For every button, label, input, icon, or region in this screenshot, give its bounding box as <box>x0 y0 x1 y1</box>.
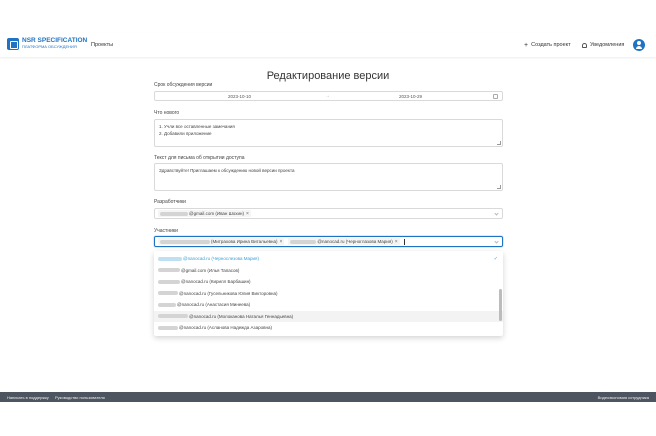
whats-new-line-2: 2. Добавили приложение <box>159 131 212 136</box>
logo-icon <box>7 38 19 50</box>
participant-tag-name: (Митрахова Ирина Витальевна) <box>211 239 278 244</box>
redacted-text <box>160 211 188 216</box>
date-end[interactable]: 2023-10-29 <box>399 94 422 99</box>
create-project-button[interactable]: + Создать проект <box>524 41 571 49</box>
invite-text-label: Текст для письма об открытии доступа <box>154 155 245 161</box>
redacted-text <box>158 279 180 284</box>
logo-subtitle: ПЛАТФОРМА ОБСУЖДЕНИЯ <box>22 44 77 49</box>
participants-select[interactable]: (Митрахова Ирина Витальевна) × @nanocad.… <box>154 236 503 247</box>
redacted-text <box>158 314 188 319</box>
invite-text-value: Здравствуйте! Приглашаем к обсуждению но… <box>159 168 295 173</box>
dropdown-option[interactable]: @nanocad.ru (Анастасия Минеева) <box>154 299 503 311</box>
checkmark-icon: ✓ <box>493 255 498 262</box>
redacted-text <box>160 239 210 244</box>
plus-icon: + <box>524 41 529 49</box>
participant-tag-email: @nanocad.ru <box>317 239 345 244</box>
whats-new-textarea[interactable]: 1. Учли все оставленные замечания 2. Доб… <box>154 119 503 147</box>
date-start[interactable]: 2023-10-10 <box>228 94 251 99</box>
resize-handle-icon[interactable] <box>497 141 501 145</box>
participant-tag-name: (Черноглазова Мария) <box>345 239 393 244</box>
app-logo[interactable]: NSR SPECIFICATION ПЛАТФОРМА ОБСУЖДЕНИЯ <box>7 37 87 50</box>
resize-handle-icon[interactable] <box>497 185 501 189</box>
developers-label: Разработчики <box>154 199 186 205</box>
redacted-text <box>158 325 178 330</box>
support-link[interactable]: Написать в поддержку <box>7 395 49 400</box>
developer-tag-name: (Иван Шохин) <box>215 211 244 216</box>
invite-text-textarea[interactable]: Здравствуйте! Приглашаем к обсуждению но… <box>154 163 503 191</box>
developers-select[interactable]: @gmail.com (Иван Шохин) × <box>154 208 503 219</box>
redacted-text <box>158 302 176 307</box>
dropdown-option[interactable]: @nanocad.ru (Молоканова Наталья Геннадье… <box>154 310 503 322</box>
dropdown-option[interactable]: @nanocad.ru (Гусельникова Юлия Викторовн… <box>154 288 503 300</box>
close-icon[interactable]: × <box>395 239 398 245</box>
participant-tag: (Митрахова Ирина Витальевна) × <box>158 238 285 245</box>
dropdown-scrollbar[interactable] <box>499 289 502 321</box>
top-header: NSR SPECIFICATION ПЛАТФОРМА ОБСУЖДЕНИЯ П… <box>0 33 656 57</box>
date-range-picker[interactable]: 2023-10-10 → 2023-10-29 <box>154 91 503 101</box>
dropdown-option[interactable]: @nanocad.ru (Чернослезова Мария) ✓ <box>154 253 503 265</box>
calendar-icon[interactable] <box>493 94 498 99</box>
notifications-label: Уведомления <box>590 42 625 48</box>
participant-tag: @nanocad.ru (Черноглазова Мария) × <box>288 238 400 245</box>
developer-tag-email: @gmail.com <box>189 211 215 216</box>
create-project-label: Создать проект <box>531 42 571 48</box>
user-avatar[interactable] <box>633 39 645 51</box>
user-guide-link[interactable]: Руководство пользователя <box>55 395 105 400</box>
redacted-text <box>158 291 178 296</box>
whats-new-label: Что нового <box>154 110 180 116</box>
redacted-text <box>158 268 180 273</box>
nav-projects-link[interactable]: Проекты <box>91 42 113 48</box>
dropdown-option[interactable]: @nanocad.ru (Кирилл Барбашин) <box>154 276 503 288</box>
chevron-down-icon[interactable] <box>494 211 499 216</box>
developer-tag: @gmail.com (Иван Шохин) × <box>158 210 251 217</box>
whats-new-line-1: 1. Учли все оставленные замечания <box>159 124 235 129</box>
date-separator: → <box>325 93 330 99</box>
notifications-button[interactable]: Уведомления <box>582 42 624 48</box>
text-cursor <box>403 238 405 245</box>
redacted-text <box>158 256 182 261</box>
footer-right-text: Видеоэкономия сотрудника <box>597 395 649 400</box>
bell-icon <box>582 42 587 48</box>
close-icon[interactable]: × <box>280 239 283 245</box>
participants-dropdown: @nanocad.ru (Чернослезова Мария) ✓ @gmai… <box>154 251 503 336</box>
chevron-down-icon[interactable] <box>494 239 499 244</box>
page-title: Редактирование версии <box>266 70 390 82</box>
period-label: Срок обсуждения версии <box>154 82 213 88</box>
footer: Написать в поддержку Руководство пользов… <box>0 392 656 402</box>
dropdown-option[interactable]: @gmail.com (Илья Тапасов) <box>154 265 503 277</box>
dropdown-option[interactable]: @nanocad.ru (Асланова Надежда Азаровна) <box>154 322 503 334</box>
redacted-text <box>290 239 317 244</box>
participants-label: Участники <box>154 228 178 234</box>
close-icon[interactable]: × <box>246 211 249 217</box>
